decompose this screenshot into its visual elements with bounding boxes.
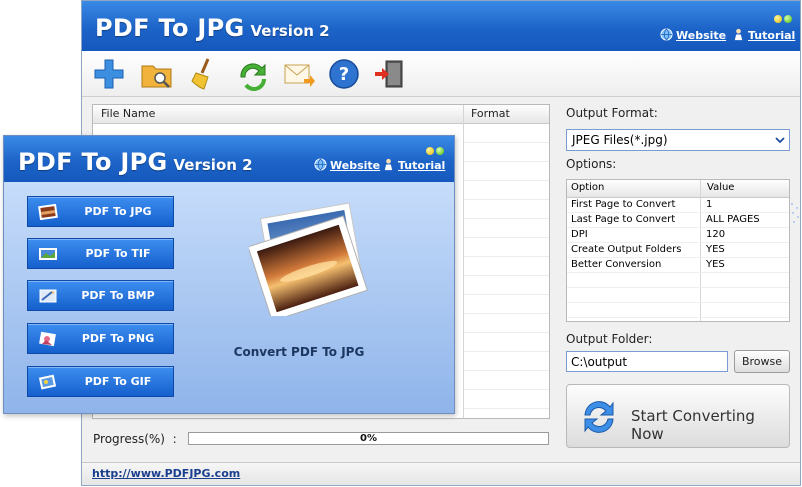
help-icon: ?	[329, 59, 359, 89]
column-option[interactable]: Option	[571, 182, 604, 193]
exit-icon	[375, 60, 403, 88]
launcher-close-button[interactable]	[436, 147, 444, 155]
window-controls	[772, 8, 792, 27]
output-format-label: Output Format:	[566, 106, 658, 120]
website-link[interactable]: Website	[660, 28, 726, 42]
progress-label: Progress(%) :	[93, 432, 177, 446]
png-image-icon	[39, 331, 56, 347]
mail-icon	[284, 64, 315, 87]
start-converting-label: Start Converting Now	[631, 407, 755, 443]
column-file-name[interactable]: File Name	[101, 107, 155, 120]
converter-launcher-window: PDF To JPG Version 2 Website Tutorial PDF…	[3, 135, 455, 414]
clear-list-button[interactable]	[188, 57, 222, 91]
table-row[interactable]: First Page to Convert 1	[567, 198, 789, 213]
table-row[interactable]: Last Page to Convert ALL PAGES	[567, 213, 789, 228]
minimize-button[interactable]	[774, 15, 782, 23]
title-bar: PDF To JPG Version 2 Website Tutorial	[82, 1, 800, 51]
browse-button[interactable]: Browse	[734, 350, 790, 373]
start-converting-button[interactable]: Start Converting Now	[566, 384, 790, 448]
exit-button[interactable]	[372, 57, 406, 91]
launcher-title-bar: PDF To JPG Version 2 Website Tutorial	[4, 136, 454, 182]
launcher-window-controls	[424, 140, 444, 159]
output-format-value: JPEG Files(*.jpg)	[572, 133, 668, 147]
options-header: Option Value	[567, 180, 789, 198]
globe-icon	[314, 158, 327, 171]
launcher-app-title: PDF To JPG Version 2	[18, 148, 253, 176]
add-files-button[interactable]	[92, 57, 126, 91]
output-format-select[interactable]: JPEG Files(*.jpg)	[566, 129, 790, 151]
launcher-minimize-button[interactable]	[426, 147, 434, 155]
close-button[interactable]	[784, 15, 792, 23]
broom-icon	[191, 58, 210, 90]
email-button[interactable]	[282, 57, 316, 91]
app-title: PDF To JPG Version 2	[95, 14, 330, 42]
tif-image-icon	[39, 248, 57, 260]
output-folder-input[interactable]: C:\output	[566, 351, 728, 372]
table-row[interactable]: DPI 120	[567, 228, 789, 243]
column-format[interactable]: Format	[471, 107, 510, 120]
tutorial-link[interactable]: Tutorial	[732, 28, 795, 42]
gif-image-icon	[38, 374, 57, 390]
person-icon	[384, 158, 393, 171]
file-list-header: File Name Format	[93, 105, 549, 124]
help-button[interactable]: ?	[327, 57, 361, 91]
toolbar: ?	[82, 51, 800, 97]
chevron-down-icon	[775, 137, 785, 144]
bmp-image-icon	[39, 289, 57, 303]
decorative-sparkle	[791, 203, 799, 223]
homepage-link[interactable]: http://www.PDFJPG.com	[92, 467, 240, 480]
status-bar: http://www.PDFJPG.com	[82, 462, 800, 485]
table-row[interactable]: Create Output Folders YES	[567, 243, 789, 258]
launcher-app-version: Version 2	[173, 156, 253, 174]
refresh-button[interactable]	[236, 57, 270, 91]
progress-value: 0%	[360, 433, 377, 444]
refresh-icon	[240, 63, 266, 91]
person-icon	[734, 28, 743, 41]
options-label: Options:	[566, 157, 617, 171]
convert-icon	[584, 401, 614, 433]
pdf-to-bmp-button[interactable]: PDF To BMP	[27, 280, 174, 311]
output-folder-label: Output Folder:	[566, 332, 653, 346]
pdf-to-png-button[interactable]: PDF To PNG	[27, 323, 174, 354]
launcher-website-link[interactable]: Website	[314, 158, 380, 172]
pdf-to-gif-button[interactable]: PDF To GIF	[27, 366, 174, 397]
table-row[interactable]: Better Conversion YES	[567, 258, 789, 273]
globe-icon	[660, 28, 673, 41]
progress-bar: 0%	[188, 432, 549, 445]
jpg-image-icon	[38, 204, 58, 220]
svg-text:?: ?	[339, 64, 349, 85]
add-icon	[94, 59, 124, 89]
pdf-to-jpg-button[interactable]: PDF To JPG	[27, 196, 174, 227]
launcher-tutorial-link[interactable]: Tutorial	[382, 158, 445, 172]
open-folder-button[interactable]	[140, 57, 174, 91]
app-version: Version 2	[250, 22, 330, 40]
launcher-caption: Convert PDF To JPG	[233, 345, 365, 359]
column-value[interactable]: Value	[707, 182, 734, 193]
photo-stack-icon	[249, 202, 368, 316]
options-table[interactable]: Option Value First Page to Convert 1 Last…	[566, 179, 790, 322]
pdf-to-tif-button[interactable]: PDF To TIF	[27, 238, 174, 269]
open-folder-icon	[141, 65, 172, 88]
